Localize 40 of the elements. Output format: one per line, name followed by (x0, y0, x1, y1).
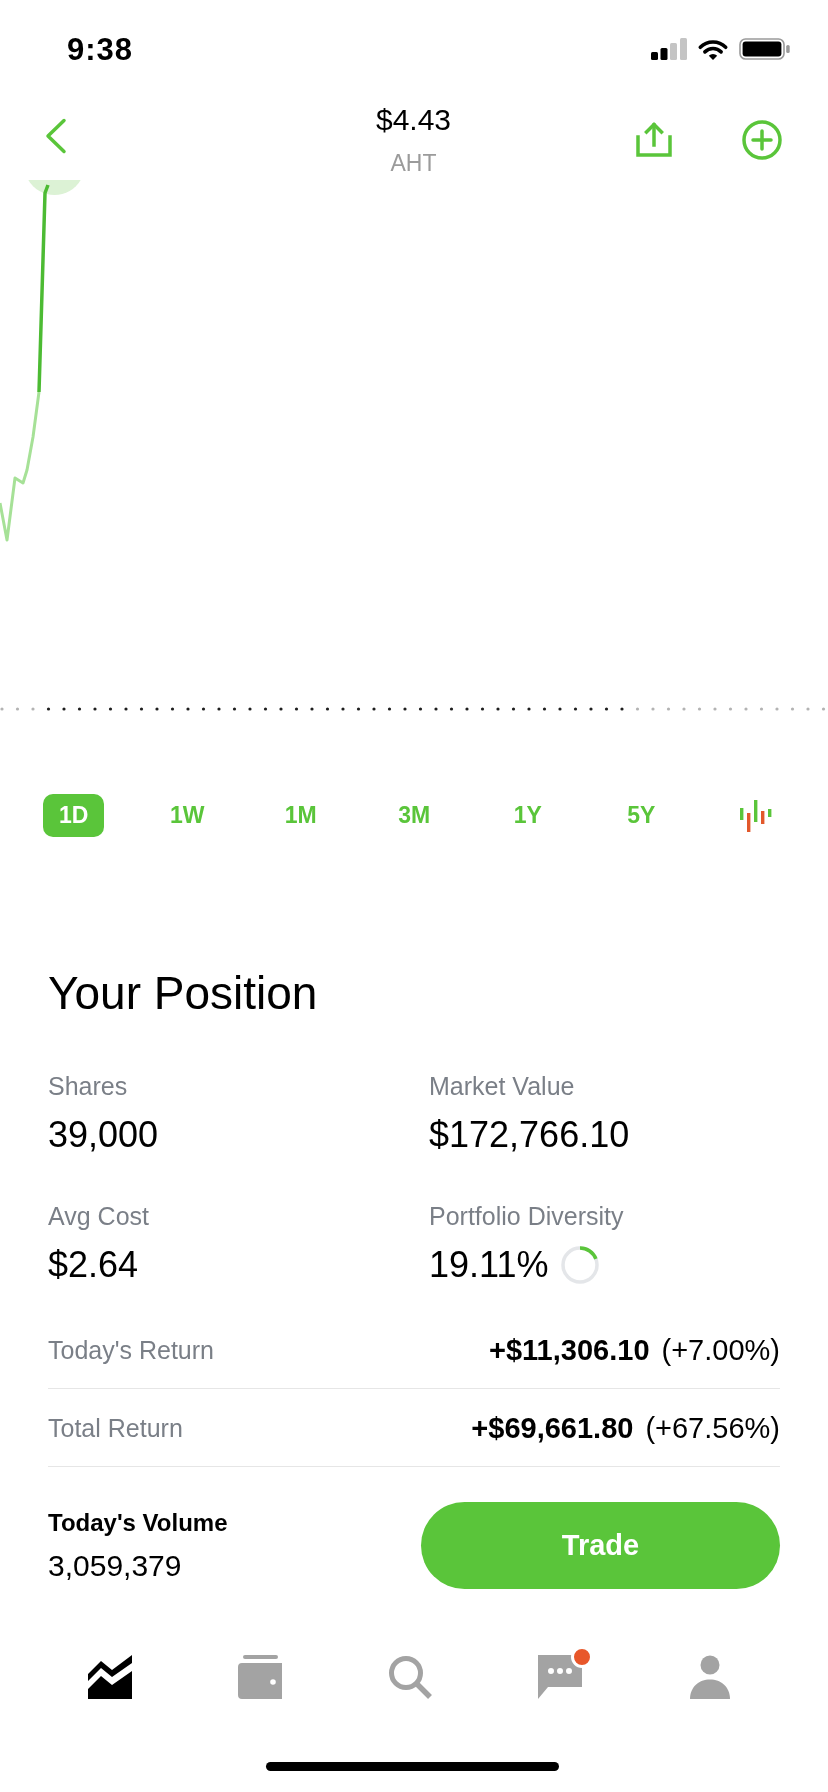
time-range-tab[interactable]: 1W (154, 794, 221, 837)
stat-label: Portfolio Diversity (429, 1201, 624, 1231)
battery-icon (739, 38, 790, 60)
stat-label: Market Value (429, 1071, 575, 1101)
chevron-left-icon[interactable] (45, 118, 67, 154)
diversity-ring (560, 1245, 601, 1285)
return-label: Today's Return (48, 1334, 214, 1365)
wifi-icon (697, 37, 729, 61)
plus-circle-icon[interactable] (742, 120, 782, 160)
stat-label: Shares (48, 1071, 128, 1101)
time-range-tab[interactable]: 3M (382, 794, 447, 837)
time-range-tab[interactable]: 5Y (611, 794, 672, 837)
section-title: Your Position (48, 966, 318, 1020)
area-chart-icon[interactable] (88, 1655, 132, 1699)
status-time: 9:38 (67, 32, 134, 68)
trade-button[interactable]: Trade (421, 1502, 780, 1589)
return-percent: (+7.00%) (661, 1332, 780, 1367)
volume-label: Today's Volume (48, 1507, 228, 1538)
return-percent: (+67.56%) (645, 1410, 780, 1445)
time-range-tab[interactable]: 1D (43, 794, 105, 837)
time-range-tab[interactable]: 1Y (497, 794, 558, 837)
return-label: Total Return (48, 1412, 183, 1443)
person-icon[interactable] (688, 1655, 732, 1699)
stat-value: $2.64 (48, 1244, 139, 1286)
candlestick-icon[interactable] (737, 798, 772, 833)
volume-value: 3,059,379 (48, 1547, 182, 1584)
signal-icon (651, 38, 687, 60)
stock-symbol: AHT (390, 149, 437, 177)
stat-label: Avg Cost (48, 1201, 149, 1231)
stat-value: 39,000 (48, 1114, 159, 1156)
share-icon[interactable] (636, 121, 672, 157)
stat-value: $172,766.10 (429, 1114, 630, 1156)
stock-price: $4.43 (375, 104, 452, 136)
return-amount: +$69,661.80 (471, 1410, 634, 1445)
return-amount: +$11,306.10 (489, 1332, 650, 1367)
wallet-icon[interactable] (238, 1655, 282, 1699)
search-icon[interactable] (388, 1655, 432, 1699)
time-range-tab[interactable]: 1M (268, 794, 333, 837)
chat-bubble-icon[interactable] (538, 1655, 582, 1699)
stat-value: 19.11% (429, 1244, 549, 1286)
